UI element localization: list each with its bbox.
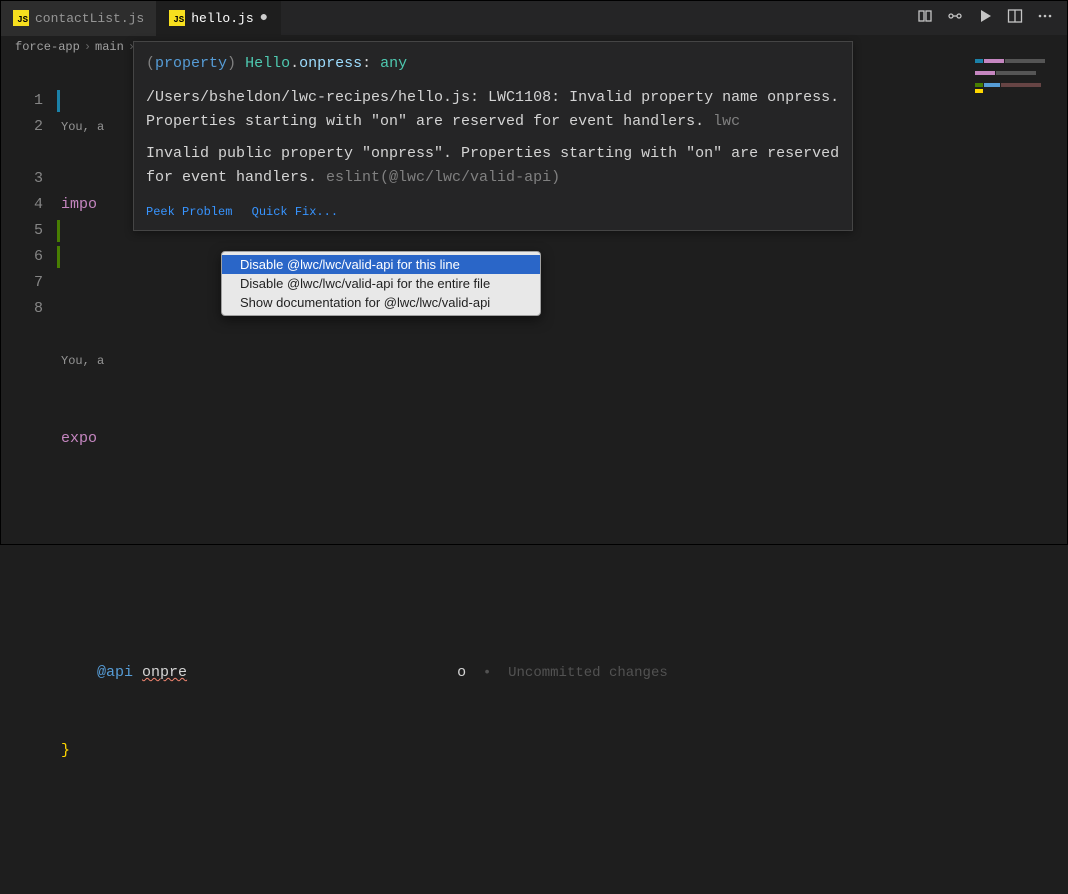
gitlens-annotation: • Uncommitted changes xyxy=(466,665,668,681)
hover-error: Invalid public property "onpress". Prope… xyxy=(146,142,840,190)
decorator: @api xyxy=(97,664,133,681)
js-icon: JS xyxy=(13,10,29,26)
tab-contactlist[interactable]: JS contactList.js xyxy=(1,1,157,36)
hover-signature: (property) Hello.onpress: any xyxy=(146,52,840,76)
gutter: 1 2 3 4 5 6 7 8 xyxy=(1,62,61,894)
brace: } xyxy=(61,742,70,759)
js-icon: JS xyxy=(169,10,185,26)
more-actions-icon[interactable] xyxy=(1037,8,1053,28)
keyword: impo xyxy=(61,196,97,213)
tab-label: contactList.js xyxy=(35,11,144,26)
quick-fix-menu: Disable @lwc/lwc/valid-api for this line… xyxy=(221,251,541,316)
dirty-indicator-icon: ● xyxy=(260,10,268,26)
hover-error: /Users/bsheldon/lwc-recipes/hello.js: LW… xyxy=(146,86,840,134)
hover-actions: Peek Problem Quick Fix... xyxy=(146,198,840,224)
keyword: expo xyxy=(61,430,97,447)
quick-fix-item[interactable]: Disable @lwc/lwc/valid-api for the entir… xyxy=(222,274,540,293)
split-editor-icon[interactable] xyxy=(1007,8,1023,28)
quick-fix-item[interactable]: Disable @lwc/lwc/valid-api for this line xyxy=(222,255,540,274)
peek-problem-link[interactable]: Peek Problem xyxy=(146,205,232,219)
tab-label: hello.js xyxy=(191,11,253,26)
minimap[interactable] xyxy=(975,59,1065,99)
error-squiggle: onpre xyxy=(142,664,187,681)
compare-changes-icon[interactable] xyxy=(917,8,933,28)
tab-hello[interactable]: JS hello.js ● xyxy=(157,1,281,36)
cut-text: o xyxy=(457,664,466,681)
open-changes-icon[interactable] xyxy=(947,8,963,28)
run-icon[interactable] xyxy=(977,8,993,28)
tab-bar: JS contactList.js JS hello.js ● xyxy=(1,1,1067,36)
editor-toolbar xyxy=(917,8,1067,28)
crumb-segment[interactable]: main xyxy=(95,40,124,54)
chevron-right-icon: › xyxy=(84,40,91,54)
quick-fix-link[interactable]: Quick Fix... xyxy=(252,205,338,219)
quick-fix-item[interactable]: Show documentation for @lwc/lwc/valid-ap… xyxy=(222,293,540,312)
crumb-segment[interactable]: force-app xyxy=(15,40,80,54)
codelens[interactable]: You, a xyxy=(61,348,1067,374)
hover-widget: (property) Hello.onpress: any /Users/bsh… xyxy=(133,41,853,231)
